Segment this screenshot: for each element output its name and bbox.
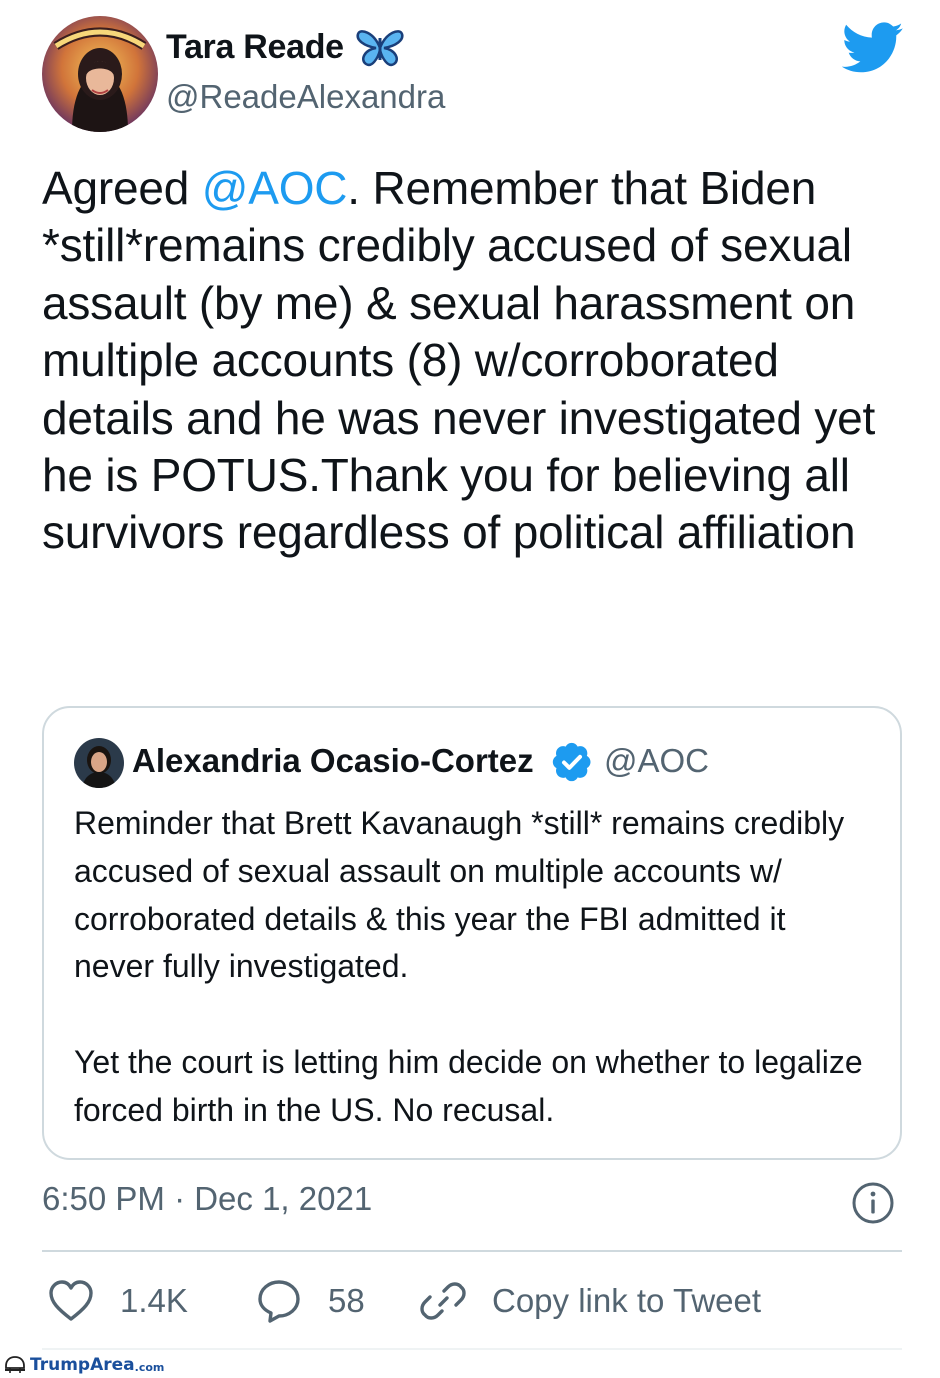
divider (42, 1250, 902, 1252)
like-count: 1.4K (120, 1282, 188, 1319)
quote-text: Reminder that Brett Kavanaugh *still* re… (74, 800, 874, 1135)
quote-avatar (74, 738, 124, 788)
watermark-logo-icon (5, 1356, 25, 1373)
quoted-tweet[interactable]: Alexandria Ocasio-Cortez @AOC Reminder t… (42, 706, 902, 1160)
verified-badge-icon (552, 742, 591, 782)
watermark-name: TrumpArea (30, 1355, 135, 1375)
heart-icon (49, 1280, 93, 1321)
info-icon[interactable] (850, 1180, 896, 1226)
avatar-image (42, 16, 158, 132)
watermark-tld: .com (134, 1360, 165, 1374)
bottom-divider (42, 1348, 902, 1350)
tweet-timestamp[interactable]: 6:50 PM · Dec 1, 2021 (42, 1180, 372, 1218)
author-handle[interactable]: @ReadeAlexandra (166, 78, 445, 116)
quote-author-name: Alexandria Ocasio-Cortez (132, 742, 534, 779)
reply-bubble-icon (258, 1280, 300, 1323)
quote-author-handle: @AOC (604, 742, 710, 779)
tweet-text-prefix: Agreed (42, 162, 202, 214)
tweet-card: Tara Reade @ReadeAlexandra Agreed @AOC. … (2, 0, 938, 1350)
reply-count: 58 (328, 1282, 365, 1319)
author-avatar[interactable] (42, 16, 158, 132)
copy-link-label: Copy link to Tweet (492, 1282, 762, 1319)
quote-avatar-image (74, 738, 124, 788)
copy-link-button[interactable]: Copy link to Tweet (420, 1276, 761, 1326)
quote-paragraph-1: Reminder that Brett Kavanaugh *still* re… (74, 805, 845, 985)
link-icon (420, 1282, 466, 1320)
tweet-text-body: . Remember that Biden *still*remains cre… (42, 162, 876, 559)
watermark: TrumpArea .com (4, 1354, 164, 1376)
reply-button[interactable]: 58 (256, 1276, 365, 1326)
twitter-logo-icon[interactable] (842, 22, 904, 74)
tweet-text: Agreed @AOC. Remember that Biden *still*… (42, 160, 902, 562)
author-name[interactable]: Tara Reade (166, 28, 344, 67)
page: Tara Reade @ReadeAlexandra Agreed @AOC. … (0, 0, 940, 1378)
butterfly-icon (356, 30, 404, 67)
quote-paragraph-2: Yet the court is letting him decide on w… (74, 1043, 863, 1128)
like-button[interactable]: 1.4K (48, 1276, 188, 1326)
mention-link[interactable]: @AOC (202, 162, 348, 214)
